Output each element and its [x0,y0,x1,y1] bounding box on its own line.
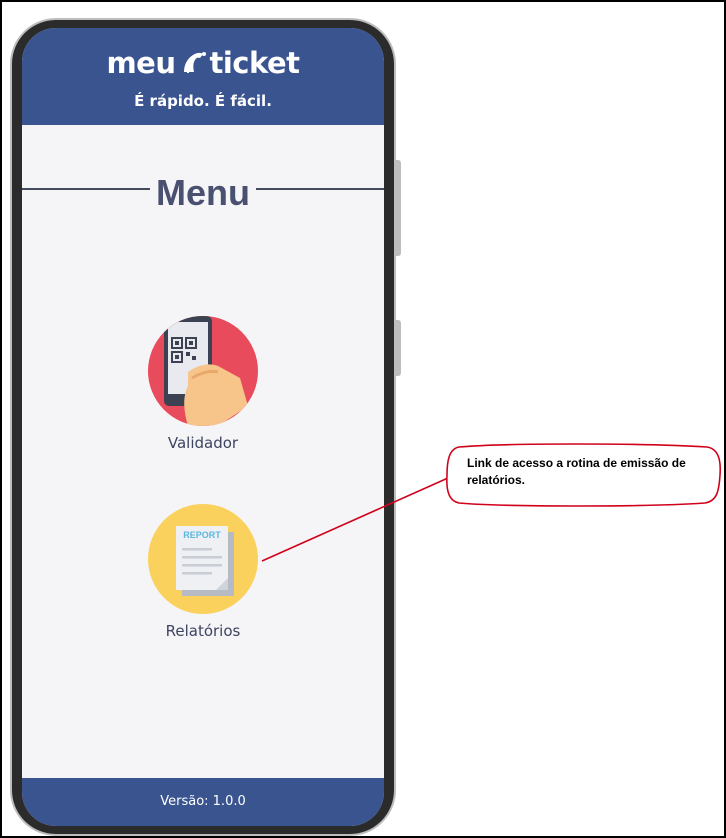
menu-item-label: Relatórios [165,622,241,640]
report-icon: REPORT [148,504,258,614]
report-icon-text: REPORT [183,530,221,540]
app-screen: meuticket É rápido. É fácil. Menu Valid [22,28,384,826]
app-footer: Versão: 1.0.0 [22,778,384,826]
menu-title: Menu [156,172,250,213]
app-header: meu ticket É rápido. É fácil. [22,28,384,125]
qr-scan-icon [148,316,258,426]
annotation-callout: Link de acesso a rotina de emissão de re… [445,443,721,507]
app-logo: meu ticket [22,46,384,80]
logo-text-left: meu [106,46,176,80]
ticket-logo-icon [178,49,208,75]
menu-item-label: Validador [167,434,239,452]
app-tagline: É rápido. É fácil. [134,92,272,110]
version-text: Versão: 1.0.0 [160,794,246,809]
menu-item-relatorios[interactable]: REPORT Relatórios [148,504,258,640]
phone-side-button [396,320,401,376]
phone-side-button [396,160,401,256]
menu-item-validador[interactable]: Validador [148,316,258,452]
callout-text: Link de acesso a rotina de emissão de re… [467,456,686,487]
logo-text-right: ticket [209,46,301,80]
